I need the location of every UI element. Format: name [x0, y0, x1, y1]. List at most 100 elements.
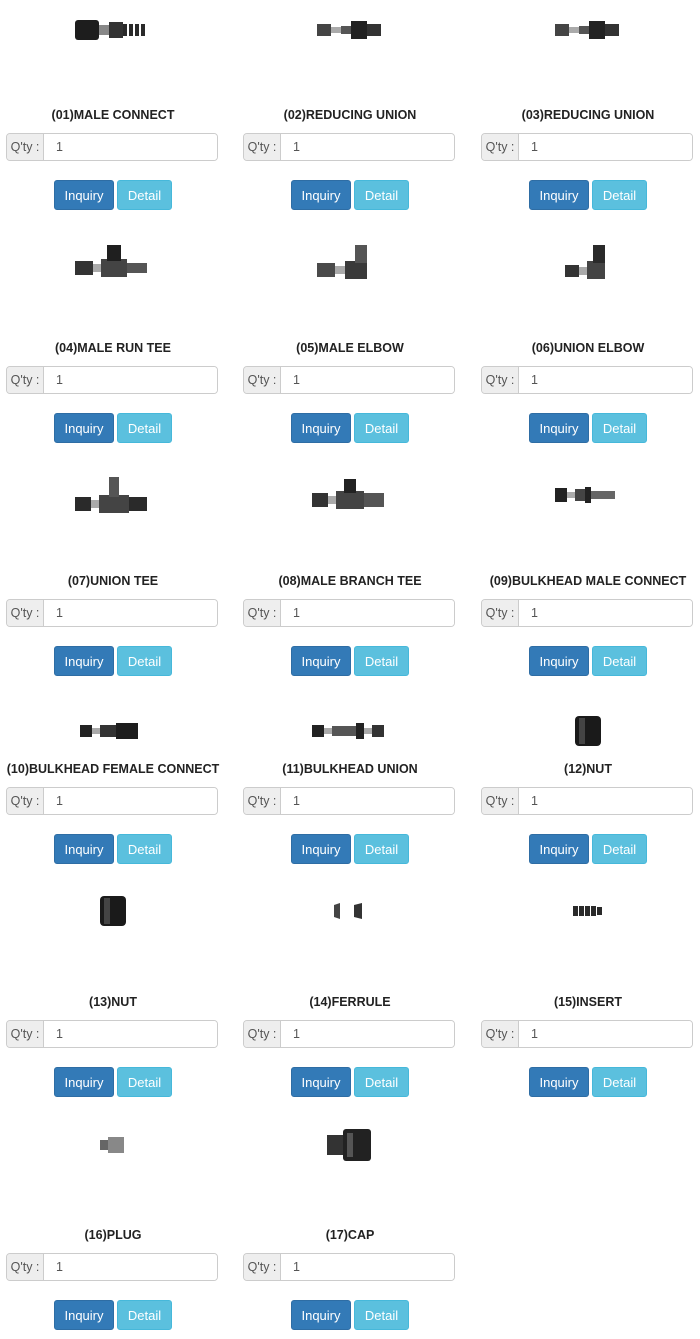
inquiry-button[interactable]: Inquiry: [54, 646, 114, 676]
detail-button[interactable]: Detail: [592, 413, 647, 443]
product-image[interactable]: [6, 238, 220, 288]
action-buttons: Inquiry Detail: [481, 180, 695, 210]
product-image[interactable]: [243, 706, 457, 756]
inquiry-button[interactable]: Inquiry: [54, 834, 114, 864]
inquiry-button[interactable]: Inquiry: [54, 180, 114, 210]
action-buttons: Inquiry Detail: [6, 646, 220, 676]
detail-button[interactable]: Detail: [592, 834, 647, 864]
product-image[interactable]: [481, 470, 695, 520]
product-image[interactable]: [243, 1120, 457, 1170]
product-image[interactable]: [6, 886, 220, 936]
inquiry-button[interactable]: Inquiry: [529, 413, 589, 443]
quantity-input[interactable]: [281, 600, 454, 626]
quantity-input[interactable]: [281, 1254, 454, 1280]
detail-button[interactable]: Detail: [354, 1300, 409, 1330]
quantity-input[interactable]: [519, 134, 692, 160]
inquiry-button[interactable]: Inquiry: [291, 1300, 351, 1330]
product-image[interactable]: [6, 5, 220, 55]
quantity-group: Q'ty :: [243, 366, 455, 394]
detail-button[interactable]: Detail: [354, 834, 409, 864]
quantity-input[interactable]: [281, 1021, 454, 1047]
quantity-input[interactable]: [44, 600, 217, 626]
detail-button[interactable]: Detail: [117, 834, 172, 864]
action-buttons: Inquiry Detail: [243, 834, 457, 864]
quantity-input[interactable]: [44, 788, 217, 814]
product-image[interactable]: [481, 238, 695, 288]
product-image[interactable]: [243, 470, 457, 520]
inquiry-button[interactable]: Inquiry: [291, 180, 351, 210]
product-image[interactable]: [481, 886, 695, 936]
quantity-input[interactable]: [44, 1021, 217, 1047]
quantity-group: Q'ty :: [481, 599, 693, 627]
quantity-input[interactable]: [44, 134, 217, 160]
quantity-label: Q'ty :: [244, 134, 281, 160]
inquiry-button[interactable]: Inquiry: [529, 180, 589, 210]
product-title: (10)BULKHEAD FEMALE CONNECT: [6, 762, 220, 776]
product-image[interactable]: [481, 5, 695, 55]
product-image[interactable]: [6, 470, 220, 520]
inquiry-button[interactable]: Inquiry: [529, 1067, 589, 1097]
detail-button[interactable]: Detail: [117, 1067, 172, 1097]
quantity-label: Q'ty :: [7, 1254, 44, 1280]
quantity-group: Q'ty :: [243, 787, 455, 815]
detail-button[interactable]: Detail: [592, 646, 647, 676]
quantity-label: Q'ty :: [7, 1021, 44, 1047]
detail-button[interactable]: Detail: [117, 646, 172, 676]
quantity-label: Q'ty :: [244, 788, 281, 814]
detail-button[interactable]: Detail: [354, 413, 409, 443]
quantity-input[interactable]: [519, 367, 692, 393]
quantity-input[interactable]: [281, 134, 454, 160]
quantity-input[interactable]: [281, 367, 454, 393]
detail-button[interactable]: Detail: [354, 180, 409, 210]
quantity-label: Q'ty :: [482, 788, 519, 814]
product-title: (02)REDUCING UNION: [283, 108, 417, 122]
quantity-input[interactable]: [519, 1021, 692, 1047]
inquiry-button[interactable]: Inquiry: [291, 834, 351, 864]
detail-button[interactable]: Detail: [117, 180, 172, 210]
quantity-input[interactable]: [281, 788, 454, 814]
product-title: (16)PLUG: [84, 1228, 142, 1242]
quantity-group: Q'ty :: [243, 133, 455, 161]
action-buttons: Inquiry Detail: [6, 1067, 220, 1097]
quantity-group: Q'ty :: [481, 133, 693, 161]
detail-button[interactable]: Detail: [354, 1067, 409, 1097]
product-image[interactable]: [6, 706, 220, 756]
quantity-label: Q'ty :: [244, 367, 281, 393]
quantity-group: Q'ty :: [6, 787, 218, 815]
quantity-label: Q'ty :: [244, 600, 281, 626]
inquiry-button[interactable]: Inquiry: [291, 1067, 351, 1097]
quantity-label: Q'ty :: [7, 134, 44, 160]
inquiry-button[interactable]: Inquiry: [291, 646, 351, 676]
inquiry-button[interactable]: Inquiry: [291, 413, 351, 443]
inquiry-button[interactable]: Inquiry: [529, 834, 589, 864]
action-buttons: Inquiry Detail: [243, 180, 457, 210]
product-image[interactable]: [243, 238, 457, 288]
detail-button[interactable]: Detail: [117, 413, 172, 443]
product-image[interactable]: [6, 1120, 220, 1170]
detail-button[interactable]: Detail: [354, 646, 409, 676]
quantity-label: Q'ty :: [244, 1021, 281, 1047]
product-image[interactable]: [243, 886, 457, 936]
detail-button[interactable]: Detail: [117, 1300, 172, 1330]
quantity-input[interactable]: [519, 600, 692, 626]
quantity-label: Q'ty :: [482, 600, 519, 626]
action-buttons: Inquiry Detail: [243, 1300, 457, 1330]
detail-button[interactable]: Detail: [592, 180, 647, 210]
product-title: (15)INSERT: [553, 995, 623, 1009]
inquiry-button[interactable]: Inquiry: [54, 413, 114, 443]
action-buttons: Inquiry Detail: [243, 646, 457, 676]
inquiry-button[interactable]: Inquiry: [529, 646, 589, 676]
action-buttons: Inquiry Detail: [243, 413, 457, 443]
quantity-input[interactable]: [44, 1254, 217, 1280]
action-buttons: Inquiry Detail: [481, 646, 695, 676]
quantity-group: Q'ty :: [481, 366, 693, 394]
product-image[interactable]: [243, 5, 457, 55]
quantity-input[interactable]: [519, 788, 692, 814]
product-image[interactable]: [481, 706, 695, 756]
product-title: (06)UNION ELBOW: [531, 341, 645, 355]
quantity-input[interactable]: [44, 367, 217, 393]
inquiry-button[interactable]: Inquiry: [54, 1067, 114, 1097]
quantity-group: Q'ty :: [243, 1253, 455, 1281]
detail-button[interactable]: Detail: [592, 1067, 647, 1097]
inquiry-button[interactable]: Inquiry: [54, 1300, 114, 1330]
